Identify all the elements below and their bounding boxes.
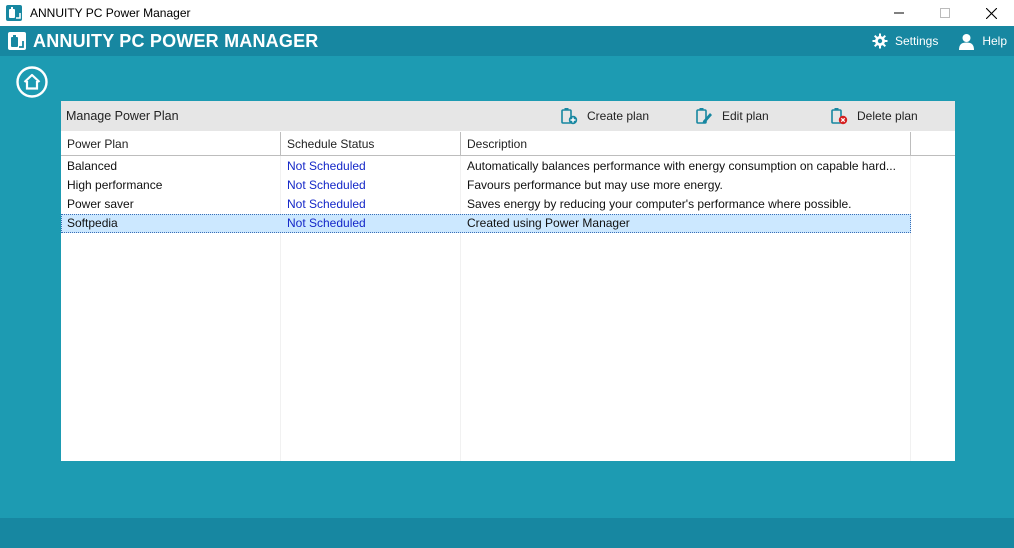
maximize-icon [940, 8, 950, 18]
cell-description: Automatically balances performance with … [467, 159, 896, 173]
cell-schedule-status: Not Scheduled [287, 216, 366, 230]
cell-description: Saves energy by reducing your computer's… [467, 197, 852, 211]
delete-plan-button[interactable]: Delete plan [830, 106, 918, 125]
settings-label: Settings [894, 34, 939, 48]
window-title: ANNUITY PC Power Manager [30, 6, 191, 20]
window-titlebar: ANNUITY PC Power Manager [0, 0, 1014, 26]
cell-power-plan: Balanced [67, 159, 118, 173]
user-help-icon [959, 33, 975, 50]
cell-description: Favours performance but may use more ene… [467, 178, 723, 192]
table-row[interactable]: High performance Not Scheduled Favours p… [61, 176, 911, 195]
home-icon[interactable] [16, 66, 48, 98]
cell-power-plan: High performance [67, 178, 163, 192]
maximize-button[interactable] [922, 0, 968, 26]
app-logo-icon [8, 32, 26, 50]
table-row[interactable]: Power saver Not Scheduled Saves energy b… [61, 195, 911, 214]
cell-schedule-status: Not Scheduled [287, 159, 366, 173]
help-label: Help [982, 34, 1007, 48]
delete-plan-label: Delete plan [857, 108, 918, 123]
power-plan-table: Power Plan Schedule Status Description B… [61, 132, 955, 461]
column-header-schedule-status[interactable]: Schedule Status [281, 132, 461, 155]
create-plan-button[interactable]: Create plan [560, 106, 649, 125]
edit-plan-button[interactable]: Edit plan [695, 106, 769, 125]
app-icon [6, 5, 22, 21]
app-brand-title: ANNUITY PC POWER MANAGER [33, 30, 319, 51]
gear-icon [872, 33, 888, 49]
cell-power-plan: Power saver [67, 197, 134, 211]
app-header: ANNUITY PC POWER MANAGER Settings Help [0, 26, 1014, 56]
table-row[interactable]: Balanced Not Scheduled Automatically bal… [61, 157, 911, 176]
delete-plan-icon [831, 108, 848, 125]
status-footer [0, 518, 1014, 548]
create-plan-icon [561, 108, 578, 125]
panel-title: Manage Power Plan [66, 109, 179, 123]
close-button[interactable] [968, 0, 1014, 26]
help-button[interactable]: Help [958, 33, 1007, 50]
column-header-description[interactable]: Description [461, 132, 911, 155]
close-icon [985, 7, 997, 19]
settings-button[interactable]: Settings [872, 33, 938, 49]
cell-schedule-status: Not Scheduled [287, 197, 366, 211]
column-header-power-plan[interactable]: Power Plan [61, 132, 281, 155]
table-header: Power Plan Schedule Status Description [61, 132, 955, 156]
panel-toolbar: Manage Power Plan Create plan Edit plan [61, 101, 955, 131]
edit-plan-label: Edit plan [722, 108, 769, 123]
minimize-button[interactable] [876, 0, 922, 26]
table-row-selected[interactable]: Softpedia Not Scheduled Created using Po… [61, 214, 911, 233]
manage-power-plan-panel: Manage Power Plan Create plan Edit plan [61, 101, 955, 461]
minimize-icon [894, 12, 904, 14]
create-plan-label: Create plan [587, 108, 650, 123]
cell-schedule-status: Not Scheduled [287, 178, 366, 192]
edit-plan-icon [696, 108, 712, 124]
cell-description: Created using Power Manager [467, 216, 630, 230]
cell-power-plan: Softpedia [67, 216, 118, 230]
